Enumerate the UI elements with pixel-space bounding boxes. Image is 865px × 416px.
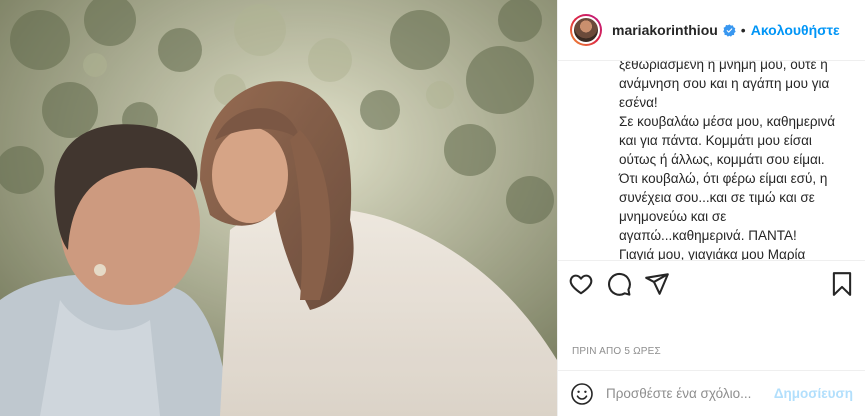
username-link[interactable]: mariakorinthiou xyxy=(612,22,718,38)
post-timestamp[interactable]: ΠΡΙΝ ΑΠΟ 5 ΩΡΕΣ xyxy=(558,306,865,370)
post-photo-image xyxy=(0,0,557,416)
caption-line: Σε κουβαλάω μέσα μου, καθημερινά xyxy=(619,114,836,129)
caption-line: ξεθωριασμένη η μνήμη μου, ούτε η xyxy=(619,61,828,72)
avatar-image xyxy=(572,16,600,44)
caption-line: ούτως ή άλλως, κομμάτι σου είμαι. xyxy=(619,152,825,167)
caption-line: συνέχεια σου...και σε τιμώ και σε xyxy=(619,190,815,205)
caption-line: και για πάντα. Κομμάτι μου είσαι xyxy=(619,133,812,148)
post-comment-button[interactable]: Δημοσίευση xyxy=(774,386,853,401)
comment-input[interactable]: Προσθέστε ένα σχόλιο... xyxy=(606,386,774,401)
instagram-post: mariakorinthiou • Ακολουθήστε ξεθωριασμέ… xyxy=(0,0,865,416)
verified-badge-icon xyxy=(722,23,736,37)
post-caption: ξεθωριασμένη η μνήμη μου, ούτε η ανάμνησ… xyxy=(558,61,865,260)
caption-line: Γιαγιά μου, γιαγιάκα μου Μαρία xyxy=(619,247,806,260)
emoji-icon[interactable] xyxy=(570,382,594,406)
comment-icon[interactable] xyxy=(606,271,632,297)
follow-button[interactable]: Ακολουθήστε xyxy=(751,22,840,38)
bookmark-icon[interactable] xyxy=(829,271,855,297)
avatar[interactable] xyxy=(570,14,602,46)
caption-line: Ότι κουβαλώ, ότι φέρω είμαι εσύ, η xyxy=(619,171,828,186)
post-header: mariakorinthiou • Ακολουθήστε xyxy=(558,0,865,61)
post-photo[interactable] xyxy=(0,0,557,416)
post-side-panel: mariakorinthiou • Ακολουθήστε ξεθωριασμέ… xyxy=(557,0,865,416)
caption-line: ανάμνηση σου και η αγάπη μου για xyxy=(619,76,830,91)
caption-line: αγαπώ...καθημερινά. ΠΑΝΤΑ! xyxy=(619,228,797,243)
caption-line: εσένα! xyxy=(619,95,658,110)
share-icon[interactable] xyxy=(644,271,670,297)
comment-box: Προσθέστε ένα σχόλιο... Δημοσίευση xyxy=(558,370,865,416)
post-actions-bar xyxy=(558,260,865,306)
separator-dot: • xyxy=(740,22,746,38)
heart-icon[interactable] xyxy=(568,271,594,297)
caption-line: μνημονεύω και σε xyxy=(619,209,727,224)
